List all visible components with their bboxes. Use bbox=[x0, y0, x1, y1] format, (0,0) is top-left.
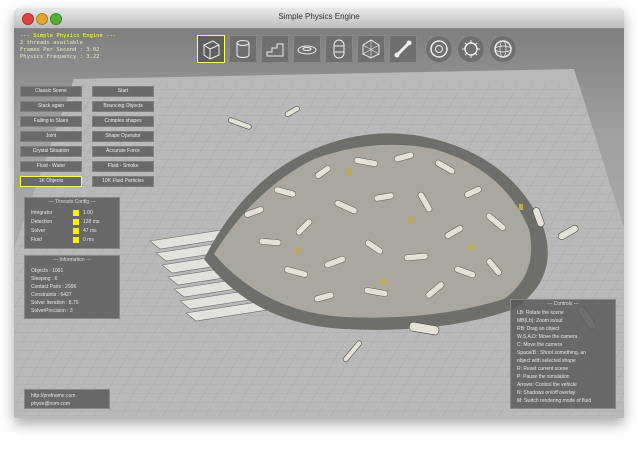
thread-label-detection: Detection bbox=[31, 219, 53, 225]
information-title: --- Information --- bbox=[53, 257, 91, 263]
scene-button-joint[interactable]: Joint bbox=[20, 131, 82, 142]
scene-button-bouncing-objects[interactable]: Bouncing Objects bbox=[92, 101, 154, 112]
thread-indicator-integrator[interactable] bbox=[73, 210, 79, 216]
scene-button-1k-objects[interactable]: 1K Objects bbox=[20, 176, 82, 187]
information-panel: --- Information --- Objects : 1001 Sleep… bbox=[24, 255, 120, 319]
bone-icon bbox=[394, 40, 412, 58]
info-solver-iteration: Solver Iteration : 8.75 bbox=[31, 300, 79, 306]
thread-label-solver: Solver bbox=[31, 228, 46, 234]
stats-header: --- Simple Physics Engine --- bbox=[20, 33, 117, 39]
scene-button-shape-operator[interactable]: Shape Operator bbox=[92, 131, 154, 142]
polyhedron-icon bbox=[362, 39, 380, 59]
sphere-icon bbox=[494, 40, 512, 58]
control-line: LB: Rotate the scene bbox=[517, 310, 564, 316]
torus-icon bbox=[297, 45, 317, 55]
info-constraints: Constraints : 6427 bbox=[31, 292, 72, 298]
scene-button-accurate-force[interactable]: Accurate Force bbox=[92, 146, 154, 157]
stairs-icon bbox=[266, 43, 284, 57]
thread-value-detection: 128 ms bbox=[83, 219, 100, 225]
tool-cylinder[interactable] bbox=[229, 35, 257, 63]
box-icon bbox=[203, 40, 220, 60]
tool-box[interactable] bbox=[197, 35, 225, 63]
thread-value-solver: 47 ms bbox=[83, 228, 97, 234]
tool-polyhedron[interactable] bbox=[357, 35, 385, 63]
tool-torus[interactable] bbox=[293, 35, 321, 63]
info-contact-pairs: Contact Pairs : 2996 bbox=[31, 284, 77, 290]
thread-indicator-detection[interactable] bbox=[73, 219, 79, 225]
3d-viewport[interactable]: --- Simple Physics Engine --- 2 threads … bbox=[14, 29, 624, 418]
info-objects: Objects : 1001 bbox=[31, 268, 64, 274]
scene-button-complex-shapes[interactable]: Complex shapes bbox=[92, 116, 154, 127]
control-line: P: Pause the simulation bbox=[517, 374, 570, 380]
footer-website-link[interactable]: http://prefname.com bbox=[31, 393, 75, 399]
tool-stairs[interactable] bbox=[261, 35, 289, 63]
control-line: RB: Drag an object bbox=[517, 326, 560, 332]
tool-ring[interactable] bbox=[425, 35, 453, 63]
scene-button-10k-fluid-particles[interactable]: 10K Fluid Particles bbox=[92, 176, 154, 187]
threads-config-panel: --- Threads Config --- Integrator 1.00 D… bbox=[24, 197, 120, 249]
control-line: W,S,A,D: Move the camera bbox=[517, 334, 578, 340]
scene-button-stack-again[interactable]: Stack again bbox=[20, 101, 82, 112]
tool-gear[interactable] bbox=[457, 35, 485, 63]
stats-thread-count: 2 threads available bbox=[20, 40, 83, 46]
info-solver-precision: SolverPrecision : 3 bbox=[31, 308, 73, 314]
tool-capsule[interactable] bbox=[325, 35, 353, 63]
cylinder-icon bbox=[236, 40, 250, 58]
control-line: R: Reset current scene bbox=[517, 366, 569, 372]
control-line: Arrows: Control the vehicle bbox=[517, 382, 577, 388]
gear-icon bbox=[462, 40, 480, 58]
control-line: N: Shadows on/off overlay bbox=[517, 390, 576, 396]
stats-physics-frequency: Physics Frequency : 3.22 bbox=[20, 54, 100, 60]
scene-button-fluid-water[interactable]: Fluid - Water bbox=[20, 161, 82, 172]
control-line: C: Move the camera bbox=[517, 342, 563, 348]
thread-value-fluid: 0 ms bbox=[83, 237, 94, 243]
threads-config-title: --- Threads Config --- bbox=[48, 199, 96, 205]
thread-indicator-fluid[interactable] bbox=[73, 237, 79, 243]
thread-label-integrator: Integrator bbox=[31, 210, 53, 216]
scene-button-falling-to-stairs[interactable]: Falling to Stairs bbox=[20, 116, 82, 127]
scene-button-fluid-smoke[interactable]: Fluid - Smoke bbox=[92, 161, 154, 172]
tool-bone[interactable] bbox=[389, 35, 417, 63]
stats-readout: --- Simple Physics Engine --- 2 threads … bbox=[20, 33, 116, 61]
control-line: M: Switch rendering mode of fluid bbox=[517, 398, 592, 404]
capsule-icon bbox=[333, 39, 345, 59]
stats-fps: Frames Per Second : 3.02 bbox=[20, 47, 100, 53]
control-line: object with selected shape bbox=[517, 358, 576, 364]
info-sleeping: Sleeping : 6 bbox=[31, 276, 58, 282]
thread-indicator-solver[interactable] bbox=[73, 228, 79, 234]
start-button[interactable]: Start bbox=[92, 86, 154, 97]
control-line: MB(Lb): Zoom in/out bbox=[517, 318, 563, 324]
scene-button-classic[interactable]: Classic Scene bbox=[20, 86, 82, 97]
title-bar: Simple Physics Engine bbox=[14, 8, 624, 29]
app-window: Simple Physics Engine --- Simple Physics… bbox=[14, 8, 624, 418]
thread-label-fluid: Fluid bbox=[31, 237, 42, 243]
ring-icon bbox=[430, 40, 448, 58]
window-title: Simple Physics Engine bbox=[278, 12, 360, 21]
thread-value-integrator: 1.00 bbox=[83, 210, 93, 216]
scene-button-crystal-situation[interactable]: Crystal Situation bbox=[20, 146, 82, 157]
control-line: Space/B : Shoot something, an bbox=[517, 350, 586, 356]
footer-email-link[interactable]: physe@nom.com bbox=[31, 401, 70, 407]
controls-panel: --- Controls --- LB: Rotate the scene MB… bbox=[510, 299, 616, 409]
tool-sphere[interactable] bbox=[489, 35, 517, 63]
footer-links: http://prefname.com physe@nom.com bbox=[24, 389, 110, 409]
controls-title: --- Controls --- bbox=[547, 301, 579, 307]
